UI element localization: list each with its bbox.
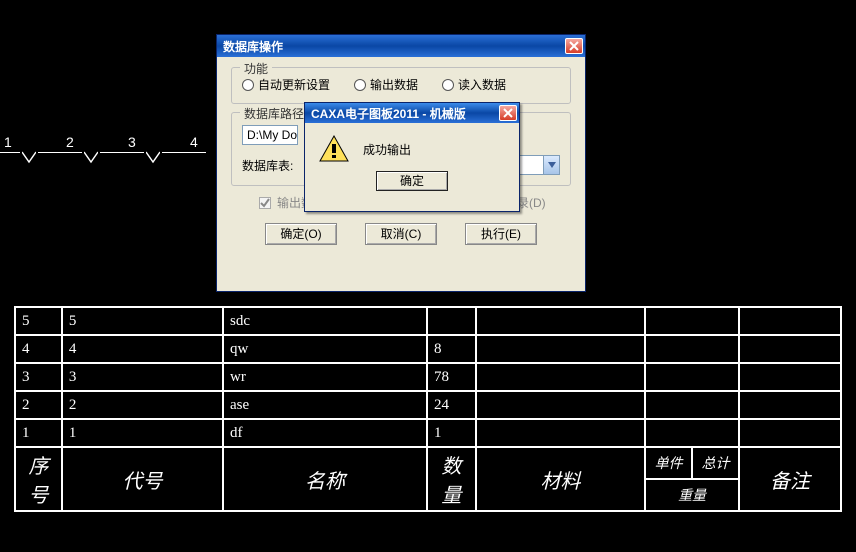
cell-n: 1 — [15, 419, 62, 447]
execute-button[interactable]: 执行(E) — [465, 223, 537, 245]
alert-message: 成功输出 — [363, 141, 411, 158]
cell-qty: 8 — [427, 335, 476, 363]
hdr-mat: 材料 — [476, 447, 645, 511]
alert-ok-button[interactable]: 确定 — [376, 171, 448, 191]
alert-dialog: CAXA电子图板2011 - 机械版 成功输出 确定 — [304, 102, 520, 212]
cell-mat — [476, 335, 645, 363]
cell-weight — [645, 307, 739, 335]
parts-table: 55sdc44qw833wr7822ase2411df1 序号 代号 名称 数量… — [14, 306, 842, 512]
cell-note — [739, 391, 841, 419]
cell-qty — [427, 307, 476, 335]
path-input[interactable]: D:\My Do — [242, 125, 298, 145]
hdr-total: 总计 — [692, 447, 739, 479]
cell-weight — [645, 363, 739, 391]
cell-code: 4 — [62, 335, 223, 363]
radio-auto-update[interactable]: 自动更新设置 — [242, 76, 330, 93]
table-label: 数据库表: — [242, 157, 293, 174]
cell-code: 1 — [62, 419, 223, 447]
chevron-down-icon[interactable] — [543, 156, 559, 174]
hdr-weight: 重量 — [645, 479, 739, 511]
alert-titlebar[interactable]: CAXA电子图板2011 - 机械版 — [305, 103, 519, 123]
cell-qty: 1 — [427, 419, 476, 447]
cell-n: 5 — [15, 307, 62, 335]
cell-name: df — [223, 419, 427, 447]
ok-button[interactable]: 确定(O) — [265, 223, 337, 245]
warning-icon — [319, 135, 349, 163]
cell-name: qw — [223, 335, 427, 363]
alert-close-icon[interactable] — [499, 105, 517, 121]
radio-import[interactable]: 读入数据 — [442, 76, 506, 93]
dimension-marks: 1 2 3 4 — [0, 134, 210, 174]
cell-code: 3 — [62, 363, 223, 391]
cell-n: 2 — [15, 391, 62, 419]
cell-n: 4 — [15, 335, 62, 363]
cell-mat — [476, 363, 645, 391]
dialog-titlebar[interactable]: 数据库操作 — [217, 35, 585, 57]
checkbox-icon — [259, 197, 271, 209]
cell-n: 3 — [15, 363, 62, 391]
dim-3: 3 — [128, 134, 136, 150]
hdr-qty: 数量 — [427, 447, 476, 511]
cell-mat — [476, 307, 645, 335]
cell-note — [739, 335, 841, 363]
cell-qty: 24 — [427, 391, 476, 419]
function-group: 功能 自动更新设置 输出数据 读入数据 — [231, 67, 571, 104]
cell-note — [739, 419, 841, 447]
cell-qty: 78 — [427, 363, 476, 391]
cell-weight — [645, 419, 739, 447]
cell-name: sdc — [223, 307, 427, 335]
cell-weight — [645, 391, 739, 419]
alert-title: CAXA电子图板2011 - 机械版 — [311, 105, 499, 122]
path-legend: 数据库路径 — [240, 105, 308, 122]
dialog-title: 数据库操作 — [223, 38, 565, 55]
cell-mat — [476, 419, 645, 447]
cell-name: wr — [223, 363, 427, 391]
hdr-note: 备注 — [739, 447, 841, 511]
cell-note — [739, 363, 841, 391]
cancel-button[interactable]: 取消(C) — [365, 223, 437, 245]
close-icon[interactable] — [565, 38, 583, 54]
hdr-seq: 序号 — [15, 447, 62, 511]
dim-4: 4 — [190, 134, 198, 150]
function-legend: 功能 — [240, 60, 272, 77]
cell-weight — [645, 335, 739, 363]
hdr-unit: 单件 — [645, 447, 692, 479]
cell-code: 2 — [62, 391, 223, 419]
cell-code: 5 — [62, 307, 223, 335]
hdr-name: 名称 — [223, 447, 427, 511]
radio-export[interactable]: 输出数据 — [354, 76, 418, 93]
cell-name: ase — [223, 391, 427, 419]
dim-2: 2 — [66, 134, 74, 150]
dim-1: 1 — [4, 134, 12, 150]
cell-note — [739, 307, 841, 335]
cell-mat — [476, 391, 645, 419]
hdr-code: 代号 — [62, 447, 223, 511]
